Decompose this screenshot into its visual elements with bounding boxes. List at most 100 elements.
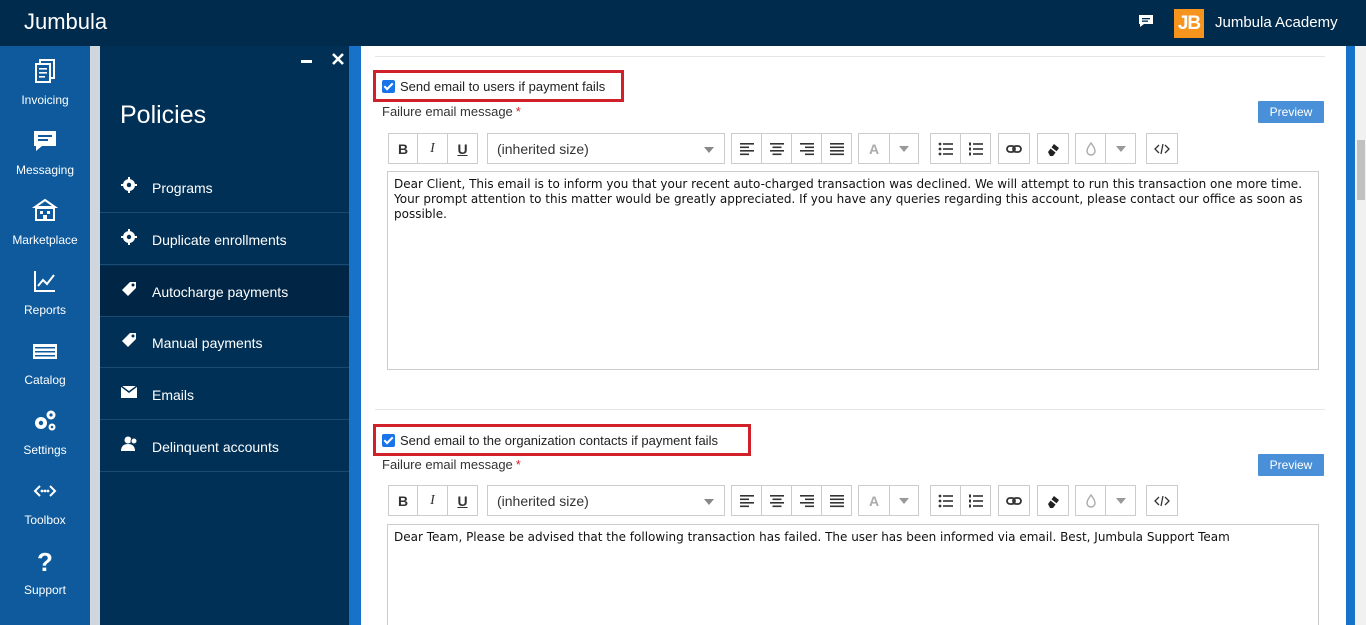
justify-icon: [829, 494, 844, 507]
org-logo[interactable]: JB: [1174, 9, 1204, 38]
users-fail-checkbox-label[interactable]: Send email to users if payment fails: [400, 79, 605, 94]
justify-icon: [829, 142, 844, 155]
font-size-value: (inherited size): [497, 493, 589, 509]
underline-button[interactable]: U: [447, 485, 478, 516]
failure-message-editor[interactable]: Dear Team, Please be advised that the fo…: [387, 524, 1319, 625]
contacts-fail-checkbox[interactable]: [382, 433, 395, 447]
rail-gap: [90, 46, 100, 625]
minimize-icon[interactable]: [300, 54, 314, 68]
marketplace-icon: [32, 198, 58, 221]
font-size-select[interactable]: (inherited size): [487, 485, 725, 516]
nav-label: Catalog: [24, 373, 66, 387]
top-bar: Jumbula JB Jumbula Academy: [0, 0, 1366, 46]
users-fail-checkbox-highlight[interactable]: Send email to users if payment fails: [373, 70, 624, 102]
field-label-text: Failure email message: [382, 457, 513, 472]
highlight-button[interactable]: [1075, 133, 1106, 164]
nav-marketplace[interactable]: Marketplace: [0, 186, 90, 256]
font-size-value: (inherited size): [497, 141, 589, 157]
align-left-button[interactable]: [731, 133, 762, 164]
policy-item-delinquent-accounts[interactable]: Delinquent accounts: [100, 421, 349, 472]
eraser-icon: [1045, 142, 1061, 156]
font-size-select[interactable]: (inherited size): [487, 133, 725, 164]
contacts-fail-checkbox-highlight[interactable]: Send email to the organization contacts …: [373, 424, 751, 456]
align-right-button[interactable]: [791, 133, 822, 164]
highlight-button[interactable]: [1075, 485, 1106, 516]
link-icon: [1006, 144, 1022, 153]
policy-item-label: Emails: [152, 387, 195, 403]
policy-item-label: Manual payments: [152, 335, 263, 351]
font-color-button[interactable]: A: [858, 485, 890, 516]
numbered-list-button[interactable]: [960, 485, 991, 516]
highlight-dropdown[interactable]: [1105, 485, 1136, 516]
settings-icon: [35, 410, 56, 431]
italic-button[interactable]: I: [417, 133, 448, 164]
nav-messaging[interactable]: Messaging: [0, 116, 90, 186]
panel-title: Policies: [120, 101, 207, 129]
nav-label: Support: [23, 583, 67, 597]
chat-icon[interactable]: [1138, 14, 1154, 28]
users-fail-checkbox[interactable]: [382, 79, 395, 93]
policy-item-label: Delinquent accounts: [152, 439, 279, 455]
bold-button[interactable]: B: [388, 485, 418, 516]
align-left-button[interactable]: [731, 485, 762, 516]
policy-item-label: Duplicate enrollments: [152, 232, 287, 248]
nav-toolbox[interactable]: Toolbox: [0, 466, 90, 536]
failure-message-editor[interactable]: Dear Client, This email is to inform you…: [387, 171, 1319, 370]
policy-item-autocharge-payments[interactable]: Autocharge payments: [100, 266, 349, 317]
policy-item-emails[interactable]: Emails: [100, 369, 349, 420]
numbered-list-button[interactable]: [960, 133, 991, 164]
org-name[interactable]: Jumbula Academy: [1215, 14, 1338, 31]
underline-button[interactable]: U: [447, 133, 478, 164]
code-view-button[interactable]: [1146, 485, 1178, 516]
chevron-down-icon: [704, 499, 714, 505]
user-alert-icon: [121, 436, 138, 451]
close-icon[interactable]: [331, 52, 345, 66]
preview-button[interactable]: Preview: [1258, 454, 1324, 476]
nav-label: Settings: [23, 443, 67, 457]
highlight-dropdown[interactable]: [1105, 133, 1136, 164]
nav-label: Invoicing: [21, 93, 69, 107]
justify-button[interactable]: [821, 485, 852, 516]
brand-logo[interactable]: Jumbula: [24, 9, 107, 35]
clear-format-button[interactable]: [1037, 133, 1069, 164]
chevron-down-icon: [1115, 145, 1126, 152]
gear-icon: [121, 177, 137, 193]
chevron-down-icon: [1115, 497, 1126, 504]
code-view-button[interactable]: [1146, 133, 1178, 164]
font-color-dropdown[interactable]: [889, 485, 919, 516]
contacts-fail-checkbox-label[interactable]: Send email to the organization contacts …: [400, 433, 718, 448]
preview-button[interactable]: Preview: [1258, 101, 1324, 123]
nav-reports[interactable]: Reports: [0, 256, 90, 326]
scrollbar[interactable]: [1355, 46, 1366, 625]
nav-support[interactable]: ? Support: [0, 536, 90, 606]
bullet-list-icon: [938, 142, 953, 155]
font-color-dropdown[interactable]: [889, 133, 919, 164]
required-mark: *: [515, 104, 521, 119]
nav-catalog[interactable]: Catalog: [0, 326, 90, 396]
nav-settings[interactable]: Settings: [0, 396, 90, 466]
nav-invoicing[interactable]: Invoicing: [0, 46, 90, 116]
policy-item-duplicate-enrollments[interactable]: Duplicate enrollments: [100, 214, 349, 265]
align-center-button[interactable]: [761, 485, 792, 516]
svg-text:?: ?: [37, 548, 53, 574]
nav-label: Messaging: [15, 163, 75, 177]
bullet-list-button[interactable]: [930, 485, 961, 516]
clear-format-button[interactable]: [1037, 485, 1069, 516]
bold-button[interactable]: B: [388, 133, 418, 164]
link-button[interactable]: [998, 485, 1030, 516]
justify-button[interactable]: [821, 133, 852, 164]
bullet-list-button[interactable]: [930, 133, 961, 164]
messaging-icon: [34, 131, 56, 151]
field-label-text: Failure email message: [382, 104, 513, 119]
tag-icon: [122, 333, 136, 347]
policy-item-programs[interactable]: Programs: [100, 162, 349, 213]
policy-item-label: Programs: [152, 180, 213, 196]
link-button[interactable]: [998, 133, 1030, 164]
policy-item-manual-payments[interactable]: Manual payments: [100, 317, 349, 368]
align-center-button[interactable]: [761, 133, 792, 164]
scrollbar-thumb[interactable]: [1357, 140, 1365, 200]
italic-button[interactable]: I: [417, 485, 448, 516]
chevron-down-icon: [899, 497, 909, 504]
align-right-button[interactable]: [791, 485, 822, 516]
font-color-button[interactable]: A: [858, 133, 890, 164]
